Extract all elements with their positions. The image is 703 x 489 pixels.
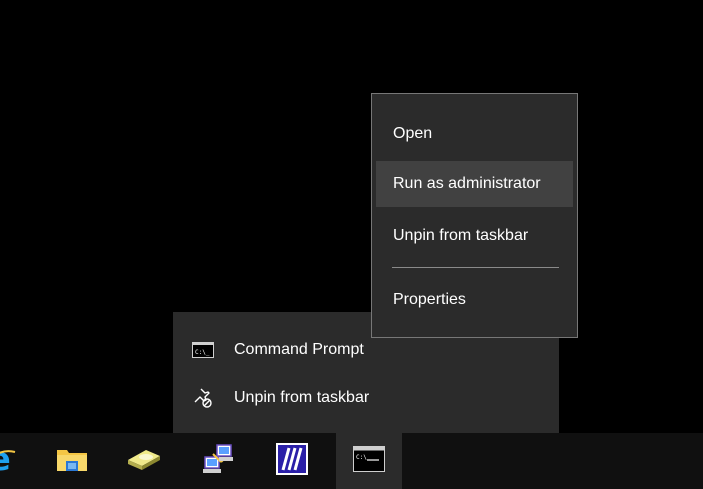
network-computers-icon	[201, 442, 235, 481]
svg-text:C:\_: C:\_	[195, 349, 210, 356]
menu-separator	[392, 267, 559, 268]
desktop: C:\_ Command Prompt Unpin from taskbar O…	[0, 0, 703, 489]
jump-list-item-label: Unpin from taskbar	[234, 389, 370, 406]
command-prompt-icon: C:\_	[192, 341, 214, 359]
menu-item-label: Run as administrator	[393, 175, 541, 192]
jump-list-item-label: Command Prompt	[234, 341, 364, 358]
taskbar-button-file-explorer[interactable]	[44, 433, 100, 489]
taskbar-button-disk-management[interactable]	[116, 433, 172, 489]
taskbar-button-powershell-ise[interactable]	[264, 433, 320, 489]
jump-list-item-unpin[interactable]: Unpin from taskbar	[173, 378, 559, 418]
unpin-icon	[192, 388, 214, 408]
command-prompt-icon: C:\	[353, 445, 385, 477]
taskbar-button-command-prompt[interactable]: C:\	[336, 433, 402, 489]
context-menu: Open Run as administrator Unpin from tas…	[371, 93, 578, 338]
taskbar-button-internet-explorer[interactable]: e	[0, 433, 28, 489]
menu-item-open[interactable]: Open	[376, 111, 573, 157]
svg-text:e: e	[0, 442, 11, 476]
menu-item-label: Unpin from taskbar	[393, 227, 529, 244]
menu-item-run-as-administrator[interactable]: Run as administrator	[376, 161, 573, 207]
menu-item-label: Properties	[393, 291, 466, 308]
taskbar-button-network[interactable]	[190, 433, 246, 489]
internet-explorer-icon: e	[0, 440, 17, 481]
menu-item-unpin-from-taskbar[interactable]: Unpin from taskbar	[376, 213, 573, 259]
menu-item-properties[interactable]: Properties	[376, 277, 573, 323]
powershell-ise-icon	[275, 442, 309, 481]
taskbar: e	[0, 433, 703, 489]
menu-item-label: Open	[393, 125, 433, 142]
svg-text:C:\: C:\	[356, 454, 367, 461]
file-explorer-icon	[56, 445, 88, 478]
disk-drive-icon	[126, 446, 162, 477]
